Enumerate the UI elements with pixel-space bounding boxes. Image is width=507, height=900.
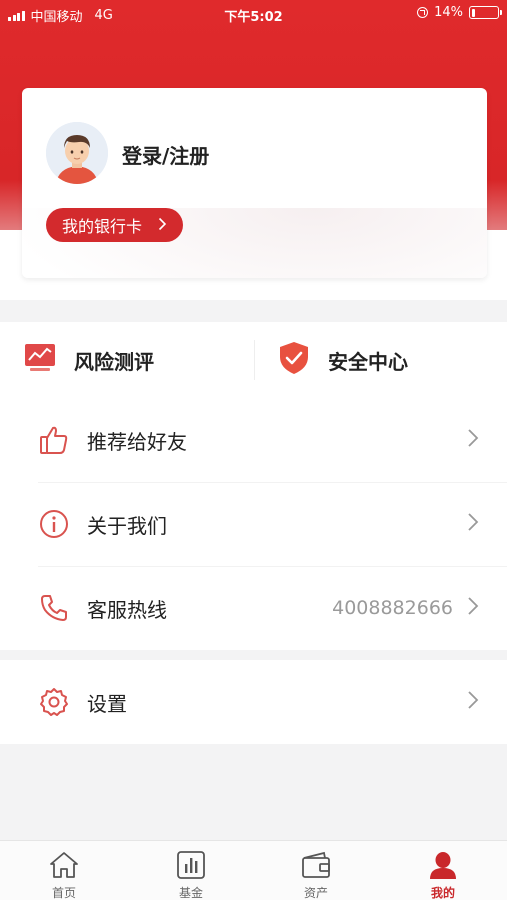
- quick-actions-row: 风险测评 安全中心: [0, 322, 507, 398]
- tab-mine[interactable]: 我的: [393, 847, 493, 900]
- tab-home[interactable]: 首页: [14, 847, 114, 900]
- settings-section: 设置: [0, 660, 507, 744]
- tab-assets[interactable]: 资产: [266, 847, 366, 900]
- risk-assessment-icon: [24, 343, 56, 377]
- chevron-right-icon: [467, 512, 479, 536]
- menu-item-recommend[interactable]: 推荐给好友: [0, 398, 507, 482]
- chevron-right-icon: [467, 690, 479, 714]
- avatar[interactable]: [46, 122, 108, 184]
- risk-assessment-label: 风险测评: [74, 349, 154, 374]
- tab-fund[interactable]: 基金: [141, 847, 241, 900]
- shield-check-icon: [278, 341, 310, 379]
- login-register-link[interactable]: 登录/注册: [122, 140, 209, 169]
- chevron-right-icon: [467, 428, 479, 452]
- home-icon: [48, 849, 80, 881]
- security-center-button[interactable]: 安全中心: [278, 322, 408, 398]
- chevron-right-icon: [467, 596, 479, 620]
- tab-fund-label: 基金: [178, 886, 203, 900]
- risk-assessment-button[interactable]: 风险测评: [24, 322, 154, 398]
- bottom-tab-bar: 首页 基金 资产 我的: [0, 840, 507, 900]
- my-bank-card-button[interactable]: 我的银行卡: [46, 208, 184, 242]
- battery-percentage: 14%: [434, 5, 463, 20]
- settings-label: 设置: [87, 691, 127, 716]
- battery-icon: [469, 6, 502, 19]
- gear-icon: [38, 686, 70, 718]
- person-icon: [427, 849, 459, 881]
- status-bar: 中国移动 4G 下午5:02 14%: [0, 0, 507, 28]
- chart-bar-icon: [175, 849, 207, 881]
- profile-card: 登录/注册 我的银行卡: [22, 88, 487, 278]
- menu-item-hotline[interactable]: 客服热线 4008882666: [0, 566, 507, 650]
- menu-item-about[interactable]: 关于我们: [0, 482, 507, 566]
- tab-assets-label: 资产: [303, 886, 328, 900]
- hotline-number: 4008882666: [332, 597, 453, 619]
- battery-level-fill: [471, 8, 475, 17]
- tab-home-label: 首页: [51, 886, 76, 900]
- hotline-label: 客服热线: [87, 597, 167, 622]
- tab-mine-label: 我的: [430, 886, 455, 900]
- quick-actions-divider: [254, 340, 255, 380]
- info-icon: [38, 508, 70, 540]
- wallet-icon: [300, 849, 332, 881]
- thumbs-up-icon: [38, 424, 70, 456]
- security-center-label: 安全中心: [328, 349, 408, 374]
- recommend-label: 推荐给好友: [87, 429, 187, 454]
- menu-item-settings[interactable]: 设置: [0, 660, 507, 744]
- chevron-right-icon: [158, 216, 167, 235]
- menu-list: 推荐给好友 关于我们 客服热线 4008882666: [0, 398, 507, 650]
- rotation-lock-icon: [417, 7, 429, 18]
- bank-card-label: 我的银行卡: [62, 217, 143, 236]
- about-label: 关于我们: [87, 513, 167, 538]
- status-bar-right: 14%: [417, 5, 502, 20]
- phone-icon: [38, 592, 70, 624]
